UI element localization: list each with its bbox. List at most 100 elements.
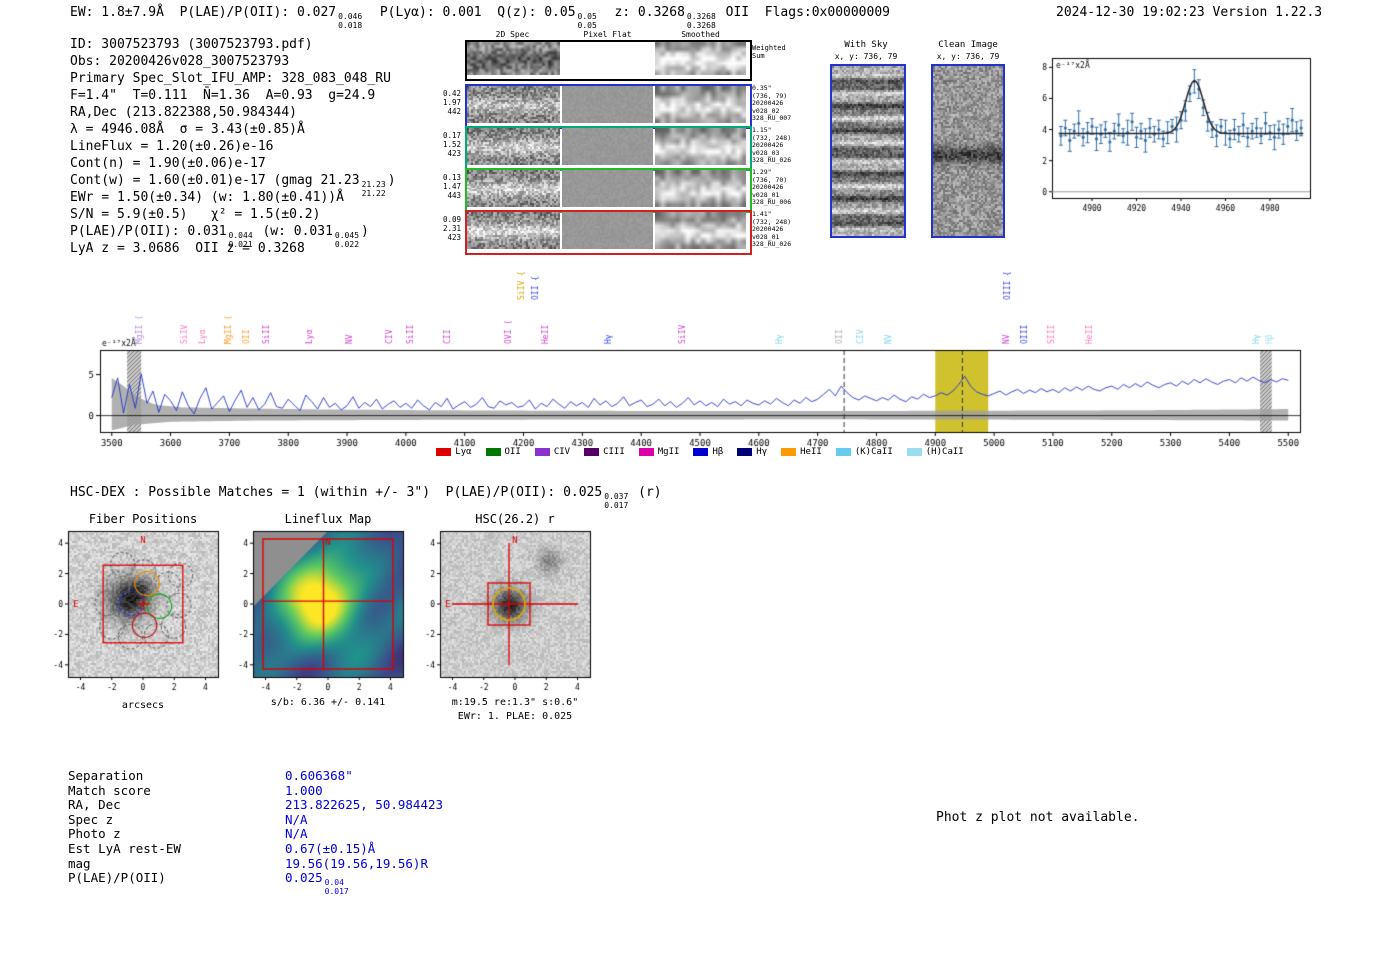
legend-item: HeII	[781, 447, 822, 457]
legend-label: MgII	[657, 447, 680, 457]
text-segment: z: 0.3268	[598, 5, 685, 20]
detection-info-block: ID: 3007523793 (3007523793.pdf) Obs: 2020…	[70, 36, 396, 257]
uncertainty-value: 0.022	[334, 239, 360, 249]
spec2d-row-right-meta: 1.29" (736, 70) 20200426 v028_01 328_RU_006	[752, 168, 804, 207]
match-field-value: N/A	[285, 812, 308, 827]
match-field-value: 19.56(19.56,19.56)R	[285, 856, 428, 871]
info-line: LineFlux = 1.20(±0.26)e-16	[70, 138, 396, 155]
text-segment: RA,Dec (213.822388,50.984344)	[70, 105, 297, 120]
legend-label: (H)CaII	[925, 447, 964, 457]
stat-value: 1.52	[442, 140, 461, 149]
text-segment: 213.822625, 50.984423	[285, 797, 444, 813]
spec2d-row-right-meta: 1.41" (732, 248) 20200426 v028_01 328_RU_026	[752, 210, 804, 249]
legend-label: (K)CaII	[854, 447, 893, 457]
withsky-title: With Sky	[844, 40, 888, 50]
legend-item: Hβ	[693, 447, 723, 457]
text-segment: )	[361, 224, 369, 239]
uncertainty-value: 21.22	[361, 188, 386, 198]
text-segment: λ = 4946.08Å σ = 3.43(±0.85)Å	[70, 122, 305, 137]
info-line: λ = 4946.08Å σ = 3.43(±0.85)Å	[70, 121, 396, 138]
spec2d-smooth-image	[655, 86, 746, 123]
stacked-uncertainty: 0.045 0.022	[334, 231, 360, 250]
fiber-positions-plot	[42, 527, 228, 699]
catalog-match-table: Separation 0.606368" Match score 1.000 RA, D…	[68, 768, 444, 897]
uncertainty-value: 0.017	[604, 500, 629, 510]
text-segment: LyA z = 3.0686 OII z = 0.3268	[70, 241, 305, 256]
stat-value: 2.31	[442, 224, 461, 233]
info-line: Cont(n) = 1.90(±0.06)e-17	[70, 155, 396, 172]
match-field-value: 0.025 0.04 0.017	[285, 870, 351, 895]
report-timestamp-version: 2024-12-30 19:02:23 Version 1.22.3	[1056, 5, 1323, 20]
stat-value: 0.09	[442, 215, 461, 224]
legend-label: CIII	[603, 447, 625, 457]
clean-image	[931, 64, 1005, 238]
legend-label: HeII	[800, 447, 822, 457]
stat-value: 442	[447, 107, 461, 116]
legend-label: Lyα	[455, 447, 472, 457]
spec2d-smooth-image	[655, 128, 746, 165]
text-segment: LineFlux = 1.20(±0.26)e-16	[70, 139, 274, 154]
spec2d-2d-image	[467, 128, 560, 165]
match-field-value: 1.000	[285, 783, 323, 798]
spec2d-fiber-row	[465, 168, 752, 213]
lineflux-map-title: Lineflux Map	[284, 512, 372, 526]
legend-label: CIV	[553, 447, 571, 457]
spec2d-fiber-row	[465, 210, 752, 255]
spec2d-row-left-stats: 0.42 1.97 442	[434, 89, 461, 116]
lineflux-map-plot	[227, 527, 413, 699]
legend-item: (K)CaII	[835, 447, 893, 457]
weighted-sum-label: Weighted Sum	[752, 44, 786, 60]
legend-swatch	[835, 448, 851, 456]
text-segment: 19.56(19.56,19.56)R	[285, 855, 428, 871]
text-segment: N/A	[285, 811, 308, 827]
stacked-uncertainty: 0.05 0.05	[578, 12, 597, 31]
match-field-label: P(LAE)/P(OII)	[68, 870, 166, 886]
spec2d-weighted-smoothed-image	[655, 42, 746, 75]
match-table-row: Separation 0.606368"	[68, 768, 443, 784]
hsc-cutout-title: HSC(26.2) r	[475, 512, 555, 526]
legend-item: Lyα	[436, 447, 472, 457]
text-segment: OII Flags:0x00000009	[717, 5, 890, 20]
stacked-uncertainty: 21.23 21.22	[361, 180, 386, 199]
spec2d-col-header-smoothed: Smoothed	[681, 30, 720, 39]
text-segment: S/N = 5.9(±0.5) χ² = 1.5(±0.2)	[70, 207, 321, 222]
spec2d-weighted-2d-image	[467, 42, 560, 75]
info-line: RA,Dec (213.822388,50.984344)	[70, 104, 396, 121]
match-table-row: RA, Dec 213.822625, 50.984423	[68, 797, 444, 813]
hscdex-match-line: HSC-DEX : Possible Matches = 1 (within +…	[70, 484, 662, 511]
stat-value: 443	[447, 191, 461, 200]
info-line: EWr = 1.50(±0.34) (w: 1.80(±0.41))Å	[70, 189, 396, 206]
stacked-uncertainty: 0.046 0.018	[338, 12, 363, 31]
stat-value: 0.42	[442, 89, 461, 98]
text-segment: N/A	[285, 826, 308, 842]
legend-item: OII	[485, 447, 521, 457]
match-table-row: P(LAE)/P(OII) 0.025 0.04 0.017	[68, 870, 443, 897]
spec2d-col-header-2dspec: 2D Spec	[495, 30, 530, 39]
match-table-row: mag 19.56(19.56,19.56)R	[68, 856, 443, 872]
text-segment: (w: 0.031	[254, 224, 333, 239]
info-line: Obs: 20200426v028_3007523793	[70, 53, 396, 70]
text-segment: 0.025	[285, 870, 323, 886]
info-line: Cont(w) = 1.60(±0.01)e-17 (gmag 21.23 21.…	[70, 172, 396, 198]
fiber-positions-title: Fiber Positions	[88, 512, 198, 526]
text-segment: Obs: 20200426v028_3007523793	[70, 54, 290, 69]
text-segment: (r)	[630, 485, 662, 500]
clean-title: Clean Image	[938, 40, 998, 50]
spec2d-2d-image	[467, 212, 560, 249]
info-line: P(LAE)/P(OII): 0.031 0.044 0.021 (w: 0.031…	[70, 223, 396, 249]
spec2d-2d-image	[467, 86, 560, 123]
legend-item: MgII	[638, 447, 680, 457]
text-segment: ID: 3007523793 (3007523793.pdf)	[70, 37, 313, 52]
spec2d-fiber-row	[465, 126, 752, 171]
legend-item: CIV	[534, 447, 571, 457]
spec2d-flat-image	[562, 128, 653, 165]
meta-value: 328_RU_026	[752, 240, 792, 249]
match-field-label: Est LyA rest-EW	[68, 840, 181, 856]
stat-value: 1.97	[442, 98, 461, 107]
full-spectrum-plot	[80, 266, 1320, 450]
spec2d-flat-image	[562, 212, 653, 249]
spec2d-flat-image	[562, 170, 653, 207]
uncertainty-value: 0.018	[338, 20, 363, 30]
meta-value: 328_RU_026	[752, 156, 792, 165]
clean-coords: x, y: 736, 79	[936, 52, 1000, 61]
